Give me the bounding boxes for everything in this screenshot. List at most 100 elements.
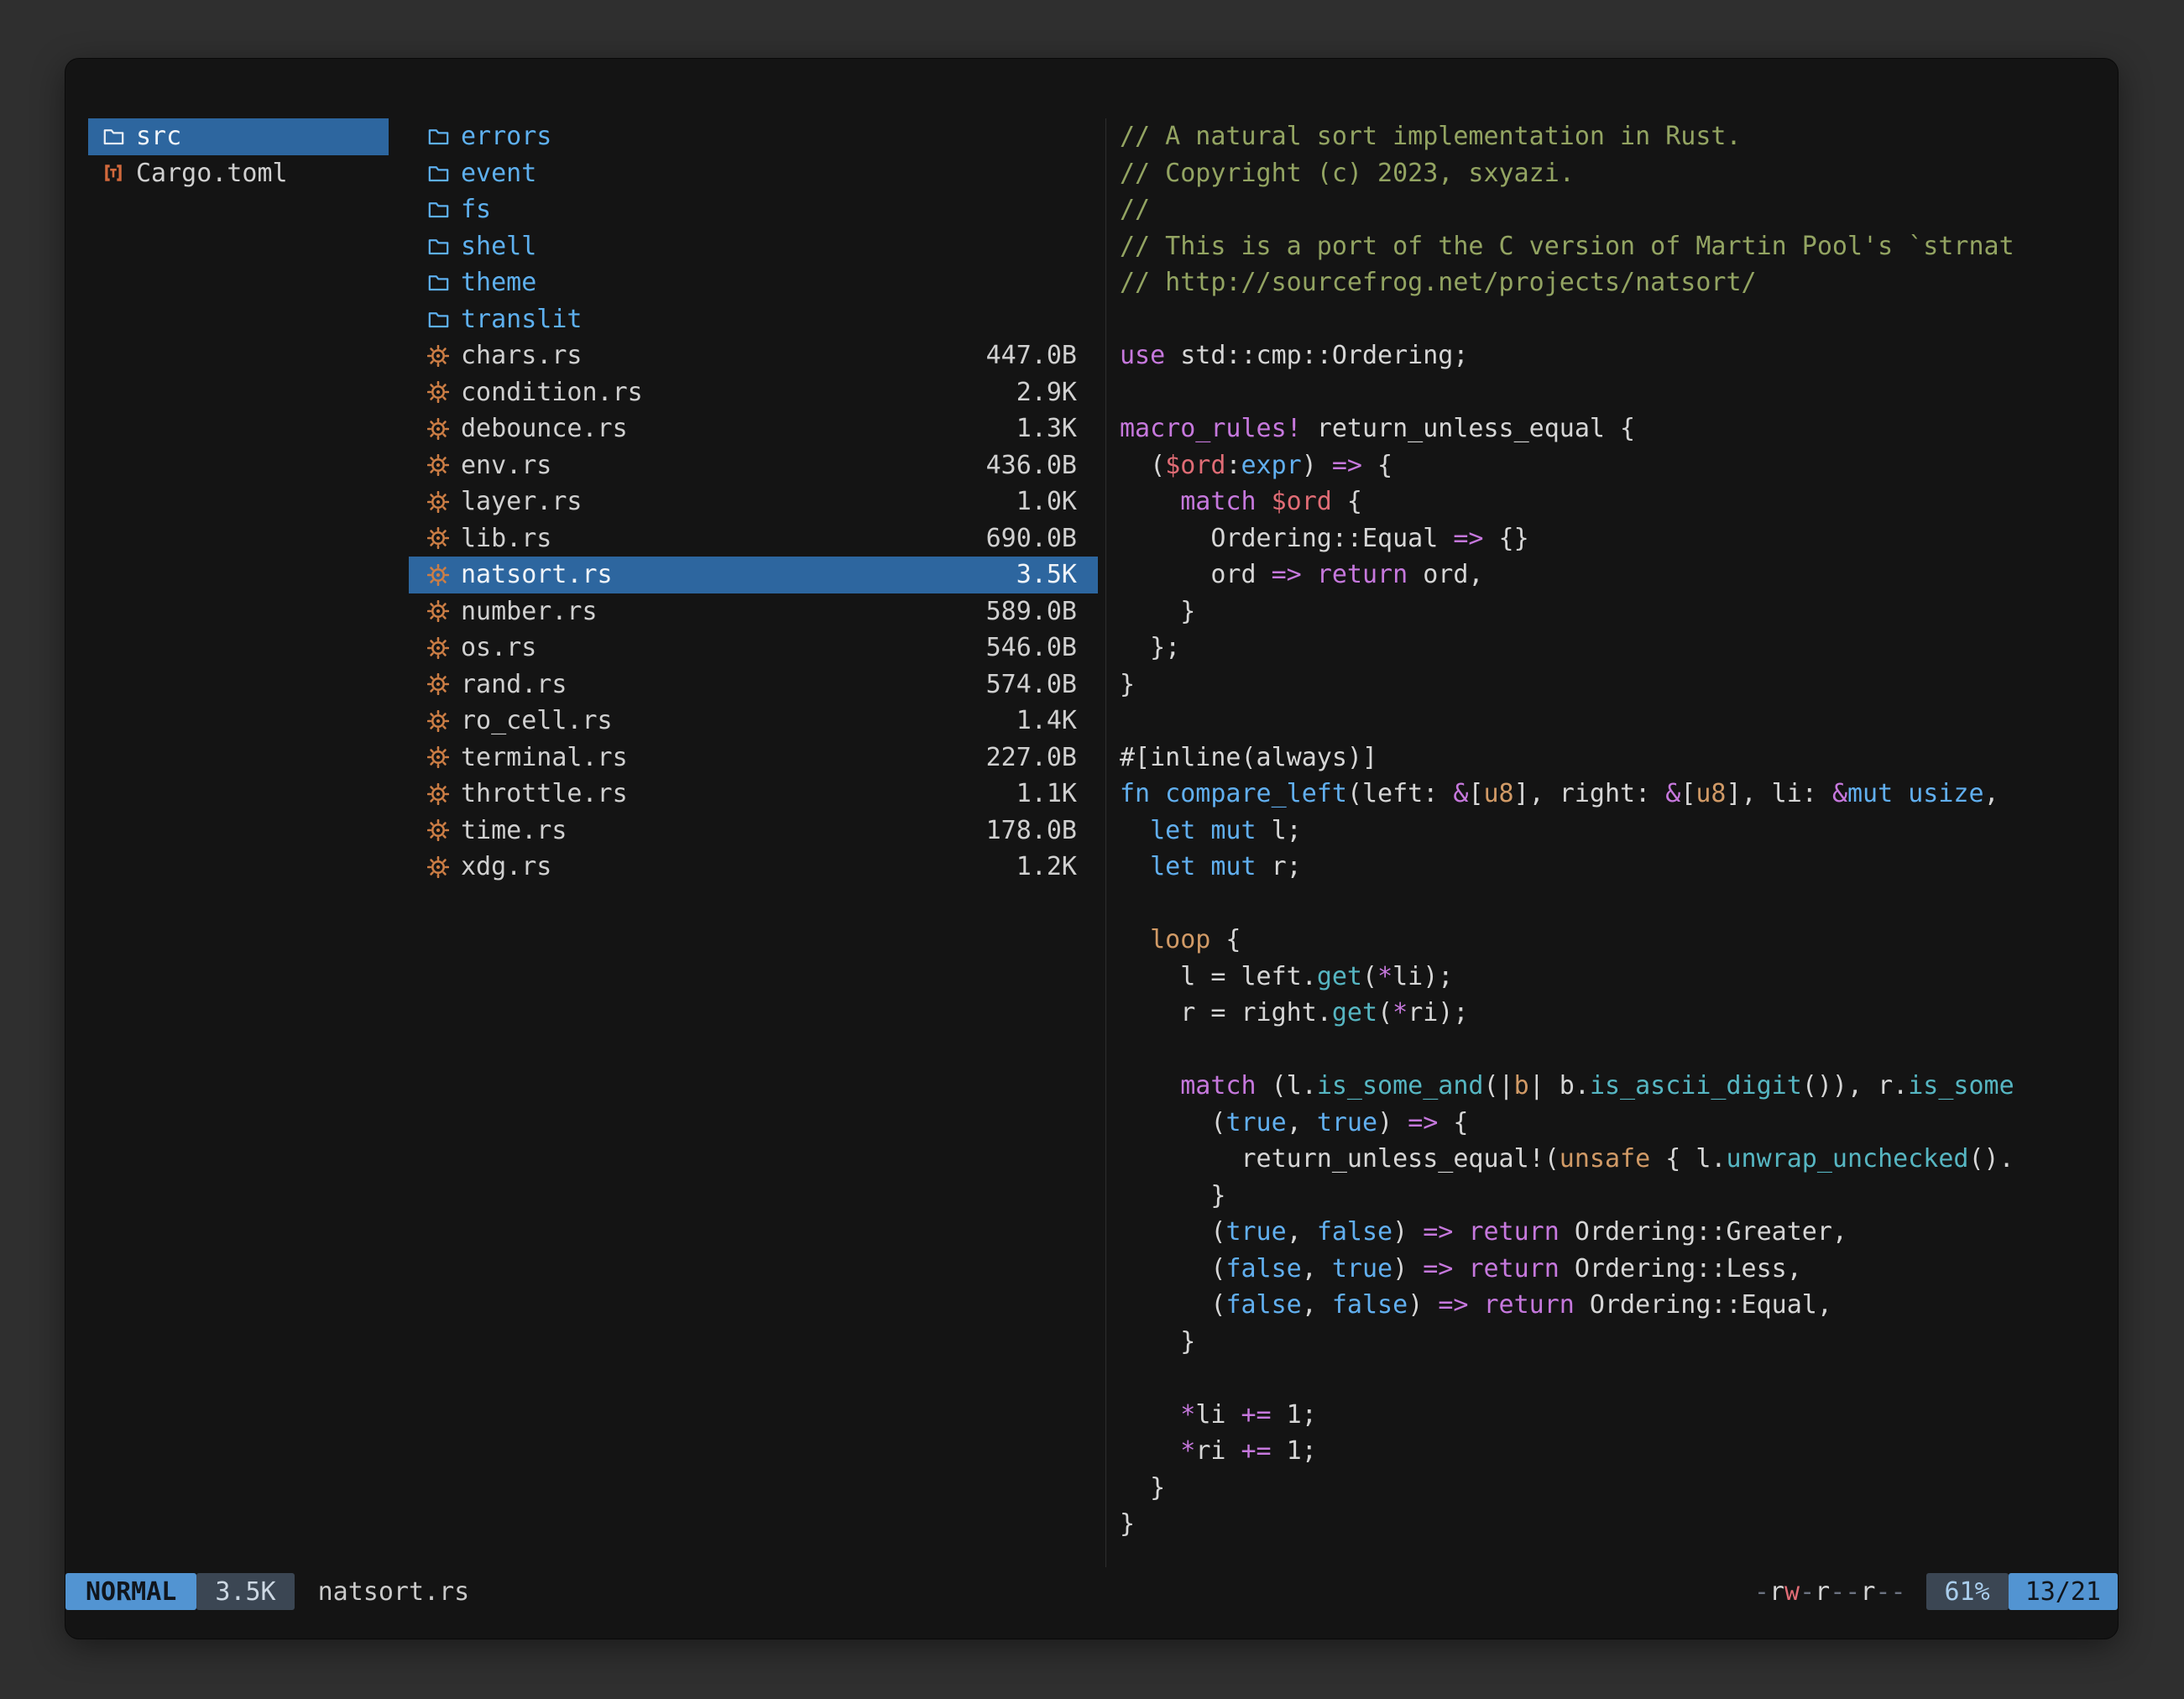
file-row-Cargo.toml[interactable]: Cargo.toml: [88, 155, 389, 192]
code-line: }: [1120, 593, 2108, 630]
perm-char: r: [1815, 1577, 1830, 1607]
file-row-xdg.rs[interactable]: xdg.rs1.2K: [409, 849, 1098, 886]
code-token: (: [1120, 1290, 1225, 1320]
code-token: {: [1210, 925, 1241, 954]
code-token: ): [1392, 1254, 1423, 1283]
dir-row-src[interactable]: src: [88, 118, 389, 155]
perm-char: -: [1800, 1577, 1815, 1607]
file-row-number.rs[interactable]: number.rs589.0B: [409, 593, 1098, 630]
file-row-rand.rs[interactable]: rand.rs574.0B: [409, 667, 1098, 703]
rust-icon: [426, 672, 450, 696]
item-label: xdg.rs: [461, 852, 551, 881]
item-size: 3.5K: [1016, 560, 1077, 589]
code-token: use: [1120, 341, 1165, 370]
code-token: [1120, 1400, 1180, 1430]
code-token: }: [1120, 1181, 1225, 1210]
file-row-layer.rs[interactable]: layer.rs1.0K: [409, 484, 1098, 520]
item-label: errors: [461, 122, 551, 151]
folder-icon: [426, 271, 450, 295]
perm-char: -: [1875, 1577, 1890, 1607]
code-token: $ord: [1165, 451, 1225, 480]
code-token: macro_rules!: [1120, 414, 1302, 443]
dir-row-shell[interactable]: shell: [409, 228, 1098, 265]
code-token: get: [1317, 962, 1362, 991]
code-line: }: [1120, 667, 2108, 703]
size-badge: 3.5K: [196, 1573, 294, 1610]
rust-icon: [426, 453, 450, 477]
code-token: | b.: [1529, 1071, 1590, 1100]
file-row-env.rs[interactable]: env.rs436.0B: [409, 447, 1098, 484]
item-size: 589.0B: [986, 597, 1077, 626]
code-line: }: [1120, 1178, 2108, 1215]
code-token: [1120, 487, 1180, 516]
file-row-time.rs[interactable]: time.rs178.0B: [409, 813, 1098, 850]
code-token: *: [1392, 998, 1408, 1027]
code-token: l;: [1257, 816, 1302, 845]
dir-row-errors[interactable]: errors: [409, 118, 1098, 155]
code-line: *ri += 1;: [1120, 1433, 2108, 1470]
file-row-os.rs[interactable]: os.rs546.0B: [409, 630, 1098, 667]
code-line: ($ord:expr) => {: [1120, 447, 2108, 484]
code-token: (: [1120, 451, 1165, 480]
code-token: false: [1225, 1254, 1301, 1283]
code-token: std::cmp::Ordering;: [1165, 341, 1468, 370]
code-line: [1120, 301, 2108, 338]
code-line: r = right.get(*ri);: [1120, 995, 2108, 1032]
code-token: =>: [1423, 1254, 1453, 1283]
code-token: [1120, 1436, 1180, 1466]
code-token: ): [1392, 1217, 1423, 1247]
code-line: [1120, 1360, 2108, 1397]
code-token: true: [1225, 1217, 1286, 1247]
item-label: chars.rs: [461, 341, 583, 370]
perm-char: -: [1845, 1577, 1860, 1607]
code-line: };: [1120, 630, 2108, 667]
code-line: let mut l;: [1120, 813, 2108, 850]
code-token: Ordering::Equal,: [1575, 1290, 1832, 1320]
item-label: condition.rs: [461, 378, 643, 407]
code-line: (false, true) => return Ordering::Less,: [1120, 1251, 2108, 1288]
code-token: =>: [1423, 1217, 1453, 1247]
rust-icon: [426, 855, 450, 879]
code-line: loop {: [1120, 922, 2108, 959]
code-token: (: [1377, 998, 1392, 1027]
code-token: +=: [1241, 1436, 1272, 1466]
status-bar: NORMAL 3.5K natsort.rs -rw-r--r-- 61% 13…: [65, 1573, 2118, 1610]
item-size: 1.1K: [1016, 779, 1077, 808]
file-row-debounce.rs[interactable]: debounce.rs1.3K: [409, 410, 1098, 447]
code-line: let mut r;: [1120, 849, 2108, 886]
item-label: debounce.rs: [461, 414, 628, 443]
code-token: ord: [1120, 560, 1272, 589]
item-label: theme: [461, 268, 536, 297]
file-row-terminal.rs[interactable]: terminal.rs227.0B: [409, 740, 1098, 776]
code-token: {}: [1483, 524, 1528, 553]
file-row-condition.rs[interactable]: condition.rs2.9K: [409, 374, 1098, 411]
rust-icon: [426, 490, 450, 514]
status-filename: natsort.rs: [318, 1577, 470, 1607]
file-row-ro_cell.rs[interactable]: ro_cell.rs1.4K: [409, 703, 1098, 740]
code-token: Ordering::Greater,: [1560, 1217, 1847, 1247]
item-label: throttle.rs: [461, 779, 628, 808]
code-token: {: [1362, 451, 1392, 480]
code-token: match: [1180, 1071, 1256, 1100]
file-row-lib.rs[interactable]: lib.rs690.0B: [409, 520, 1098, 557]
dir-row-theme[interactable]: theme: [409, 264, 1098, 301]
folder-icon: [426, 307, 450, 331]
code-token: ().: [1968, 1144, 2014, 1174]
folder-icon: [426, 198, 450, 222]
dir-row-event[interactable]: event: [409, 155, 1098, 192]
file-row-throttle.rs[interactable]: throttle.rs 1.1K: [409, 776, 1098, 813]
file-row-chars.rs[interactable]: chars.rs447.0B: [409, 337, 1098, 374]
code-token: &: [1453, 779, 1468, 808]
item-label: translit: [461, 305, 583, 334]
code-token: [1893, 779, 1908, 808]
dir-row-translit[interactable]: translit: [409, 301, 1098, 338]
code-token: // A natural sort implementation in Rust…: [1120, 122, 1742, 151]
rust-icon: [426, 599, 450, 623]
panel-divider: [1105, 118, 1106, 1567]
folder-icon: [102, 125, 125, 149]
dir-row-fs[interactable]: fs: [409, 191, 1098, 228]
code-line: match (l.is_some_and(|b| b.is_ascii_digi…: [1120, 1068, 2108, 1105]
rust-icon: [426, 782, 450, 806]
file-row-natsort.rs[interactable]: natsort.rs3.5K: [409, 557, 1098, 593]
item-label: terminal.rs: [461, 743, 628, 772]
